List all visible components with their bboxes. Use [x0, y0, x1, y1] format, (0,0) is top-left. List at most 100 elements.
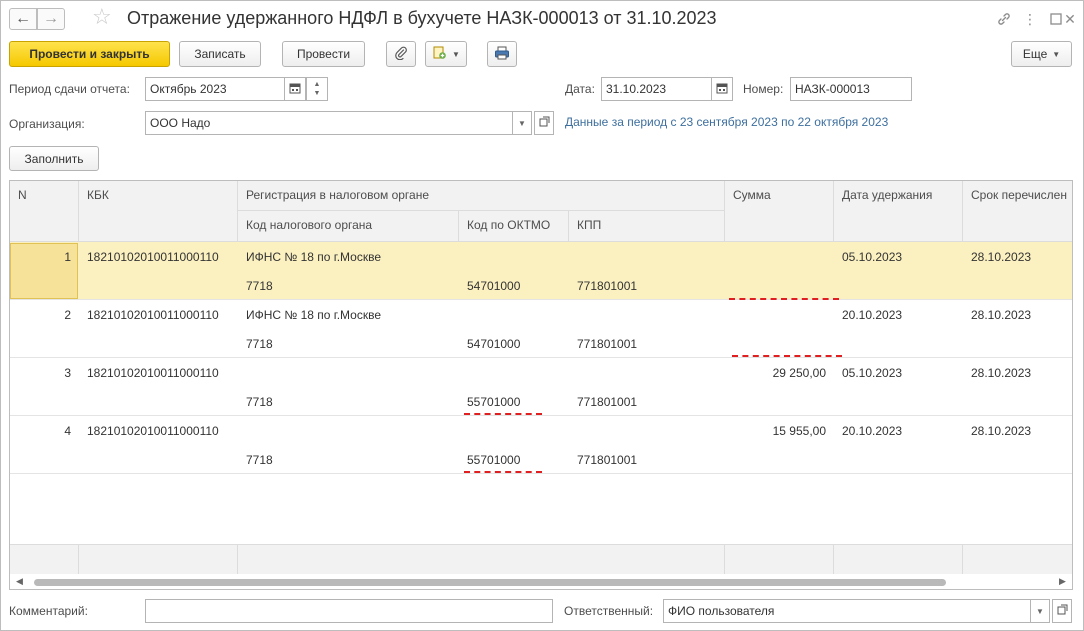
number-input[interactable]: НАЗК-000013 — [790, 77, 912, 101]
date-calendar-button[interactable] — [711, 77, 733, 101]
date-input[interactable]: 31.10.2023 — [601, 77, 712, 101]
row-deadline: 28.10.2023 — [971, 308, 1032, 322]
header-date-withheld[interactable]: Дата удержания — [834, 181, 963, 242]
header-sum[interactable]: Сумма — [725, 181, 834, 242]
error-underline — [464, 413, 542, 415]
scroll-right-icon[interactable]: ▶ — [1059, 576, 1066, 587]
header-kbk[interactable]: КБК — [79, 181, 238, 242]
tax-table: N КБК Регистрация в налоговом органе Код… — [9, 180, 1073, 590]
link-icon[interactable] — [995, 10, 1013, 28]
responsible-label: Ответственный: — [564, 604, 654, 618]
header-kpp[interactable]: КПП — [569, 211, 725, 242]
date-label: Дата: — [565, 82, 595, 96]
chevron-down-icon: ▼ — [1052, 49, 1061, 59]
row-kpp: 771801001 — [577, 337, 638, 351]
row-number: 1 — [64, 250, 71, 264]
number-label: Номер: — [743, 82, 784, 96]
arrow-right-icon: → — [43, 10, 59, 27]
period-spin-button[interactable]: ▲ ▼ — [306, 77, 328, 101]
row-sum — [725, 247, 826, 267]
favorite-star-icon[interactable]: ☆ — [92, 6, 112, 28]
print-button[interactable] — [487, 41, 517, 67]
footer-cell — [10, 545, 79, 575]
chevron-down-icon: ▼ — [452, 49, 460, 59]
calendar-icon — [289, 82, 301, 97]
row-number: 4 — [64, 424, 71, 438]
organization-open-button[interactable] — [534, 111, 554, 135]
header-registration[interactable]: Регистрация в налоговом органе — [238, 181, 725, 211]
row-date-withheld: 20.10.2023 — [842, 424, 903, 438]
header-oktmo[interactable]: Код по ОКТМО — [459, 211, 569, 242]
row-oktmo: 55701000 — [467, 453, 521, 467]
row-deadline: 28.10.2023 — [971, 424, 1032, 438]
more-label: Еще — [1022, 47, 1048, 61]
organization-input[interactable]: ООО Надо — [145, 111, 513, 135]
back-button[interactable]: ← — [9, 8, 37, 30]
row-kbk: 18210102010011000110 — [87, 308, 219, 322]
header-deadline[interactable]: Срок перечислен — [963, 181, 1072, 242]
period-calendar-button[interactable] — [284, 77, 306, 101]
save-button[interactable]: Записать — [179, 41, 261, 67]
row-kbk: 18210102010011000110 — [87, 250, 219, 264]
row-deadline: 28.10.2023 — [971, 250, 1032, 264]
error-underline — [464, 471, 542, 473]
row-tax-code: 7718 — [246, 395, 273, 409]
post-button[interactable]: Провести — [282, 41, 365, 67]
printer-icon — [494, 46, 510, 63]
more-button[interactable]: Еще ▼ — [1011, 41, 1072, 67]
spin-up-icon[interactable]: ▲ — [314, 80, 321, 89]
header-tax-code[interactable]: Код налогового органа — [238, 211, 459, 242]
horizontal-scrollbar[interactable]: ◀ ▶ — [10, 574, 1072, 589]
row-tax-code: 7718 — [246, 279, 273, 293]
arrow-left-icon: ← — [15, 10, 31, 27]
row-tax-code: 7718 — [246, 453, 273, 467]
document-add-icon — [432, 46, 448, 63]
row-date-withheld: 05.10.2023 — [842, 250, 903, 264]
period-info-link[interactable]: Данные за период с 23 сентября 2023 по 2… — [565, 115, 888, 129]
row-deadline: 28.10.2023 — [971, 366, 1032, 380]
comment-input[interactable] — [145, 599, 553, 623]
row-kbk: 18210102010011000110 — [87, 424, 219, 438]
row-kbk: 18210102010011000110 — [87, 366, 219, 380]
chevron-down-icon: ▼ — [518, 118, 526, 128]
footer-cell — [79, 545, 238, 575]
fill-button[interactable]: Заполнить — [9, 146, 99, 171]
row-date-withheld: 20.10.2023 — [842, 308, 903, 322]
row-kpp: 771801001 — [577, 395, 638, 409]
period-label: Период сдачи отчета: — [9, 82, 130, 96]
table-footer — [10, 544, 1072, 575]
row-sum — [725, 305, 826, 325]
period-input[interactable]: Октябрь 2023 — [145, 77, 285, 101]
organization-dropdown-button[interactable]: ▼ — [512, 111, 532, 135]
paperclip-icon — [394, 46, 408, 63]
spin-down-icon[interactable]: ▼ — [314, 89, 321, 98]
open-icon — [1057, 604, 1068, 618]
row-sum: 15 955,00 — [772, 424, 826, 438]
calendar-icon — [716, 82, 728, 97]
post-and-close-button[interactable]: Провести и закрыть — [9, 41, 170, 67]
chevron-down-icon: ▼ — [1036, 606, 1044, 616]
row-oktmo: 54701000 — [467, 337, 521, 351]
window-title: Отражение удержанного НДФЛ в бухучете НА… — [127, 8, 717, 28]
forward-button[interactable]: → — [37, 8, 65, 30]
responsible-open-button[interactable] — [1052, 599, 1072, 623]
row-tax-name: ИФНС № 18 по г.Москве — [246, 308, 382, 322]
menu-dots-icon[interactable]: ⋮ — [1021, 10, 1039, 28]
responsible-dropdown-button[interactable]: ▼ — [1030, 599, 1050, 623]
scroll-left-icon[interactable]: ◀ — [16, 576, 23, 587]
row-tax-code: 7718 — [246, 337, 273, 351]
close-icon[interactable]: ✕ — [1061, 10, 1079, 28]
error-underline — [732, 355, 842, 357]
row-number: 2 — [64, 308, 71, 322]
attach-button[interactable] — [386, 41, 416, 67]
scrollbar-thumb[interactable] — [34, 579, 946, 586]
row-date-withheld: 05.10.2023 — [842, 366, 903, 380]
title-bar: ← → ☆ Отражение удержанного НДФЛ в бухуч… — [1, 1, 1083, 37]
organization-label: Организация: — [9, 117, 85, 131]
create-based-on-button[interactable]: ▼ — [425, 41, 467, 67]
header-n[interactable]: N — [10, 181, 79, 242]
footer-cell — [238, 545, 725, 575]
document-window: ← → ☆ Отражение удержанного НДФЛ в бухуч… — [0, 0, 1084, 631]
row-sum: 29 250,00 — [772, 366, 826, 380]
responsible-input[interactable]: ФИО пользователя — [663, 599, 1031, 623]
